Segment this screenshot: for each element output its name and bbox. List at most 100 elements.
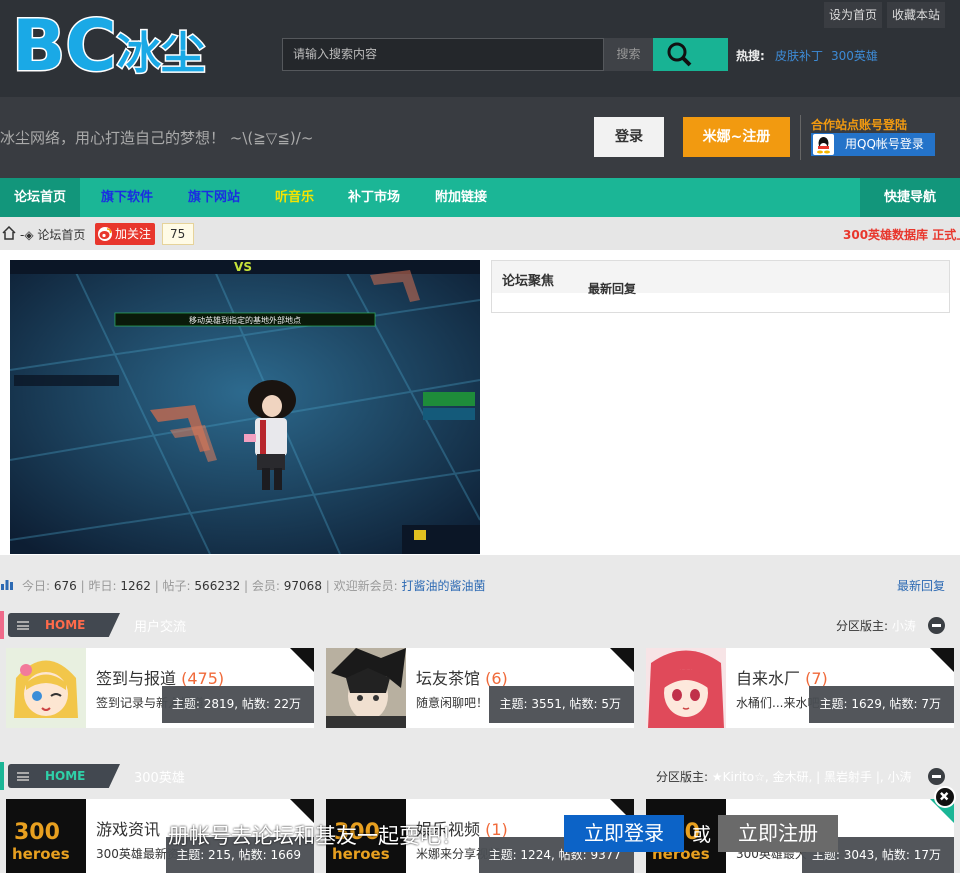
forum-card[interactable]: 坛友茶馆 (6) 随意闲聊吧！ 主题: 3551, 帖数: 5万	[326, 648, 634, 728]
top-header: BC 冰尘 请输入搜索内容 搜索 热搜: 皮肤补丁 300英雄 设为首页 收藏本…	[0, 0, 960, 97]
slideshow-image[interactable]: VS 移动英雄到指定的基地外部地点	[10, 260, 480, 554]
login-prompt-bar: 册帐号去论坛和基友一起耍吧！ 立即登录 或 立即注册	[0, 786, 960, 873]
yesterday-label: 昨日:	[88, 579, 117, 593]
hot-link-300-heroes[interactable]: 300英雄	[831, 47, 878, 64]
section-header-user-exchange: HOME 用户交流 分区版主: 小涛	[0, 611, 960, 639]
search-input[interactable]: 请输入搜索内容	[282, 38, 604, 71]
stats-line: 今日: 676 | 昨日: 1262 | 帖子: 566232 | 会员: 97…	[22, 577, 486, 594]
separator: |	[240, 579, 252, 593]
section-header-300-heroes: HOME 300英雄 分区版主: ★Kirito☆, 金木研, | 黑岩射手 |…	[0, 762, 960, 790]
separator: |	[76, 579, 89, 593]
moderator-names[interactable]: 小涛	[892, 619, 916, 633]
game-screenshot: VS 移动英雄到指定的基地外部地点	[10, 260, 480, 554]
logo-chinese: 冰尘	[117, 28, 205, 79]
section-stripe	[0, 611, 4, 639]
welcome-label: 欢迎新会员:	[333, 579, 398, 593]
nav-extra-links[interactable]: 附加链接	[421, 178, 501, 217]
home-tab[interactable]: HOME	[8, 764, 120, 788]
home-tab-label: HOME	[45, 618, 86, 632]
hud-instruction: 移动英雄到指定的基地外部地点	[189, 315, 301, 325]
nav-websites[interactable]: 旗下网站	[174, 178, 254, 217]
focus-title: 论坛聚焦	[502, 274, 555, 289]
qq-icon	[813, 134, 834, 155]
forum-stats-badge: 主题: 2819, 帖数: 22万	[161, 686, 314, 723]
members-label: 会员:	[251, 579, 280, 593]
members-count: 97068	[283, 579, 322, 593]
forum-description: 水桶们...来水吧	[736, 696, 820, 710]
section-stripe	[0, 762, 4, 790]
bookmark-link[interactable]: 收藏本站	[887, 2, 946, 28]
nav-patch-market[interactable]: 补丁市场	[334, 178, 414, 217]
site-logo[interactable]: BC 冰尘	[12, 6, 222, 80]
search-icon	[667, 42, 692, 67]
follow-button[interactable]: 加关注	[95, 223, 156, 245]
vs-label: VS	[234, 260, 252, 274]
main-content: VS 移动英雄到指定的基地外部地点 论坛聚焦 最新回复	[0, 250, 960, 555]
forum-stats-badge: 主题: 3551, 帖数: 5万	[489, 686, 634, 723]
collapse-section-button[interactable]	[928, 617, 945, 634]
yesterday-count: 1262	[120, 579, 151, 593]
home-tab-label: HOME	[45, 769, 86, 783]
forum-name: 坛友茶馆	[416, 669, 481, 688]
login-button[interactable]: 登录	[594, 117, 664, 157]
home-icon[interactable]	[2, 226, 16, 240]
forum-thumbnail	[6, 648, 86, 728]
forum-stats: 今日: 676 | 昨日: 1262 | 帖子: 566232 | 会员: 97…	[0, 575, 960, 595]
breadcrumb: -◈ 论坛首页 加关注 75 300英雄数据库 正式上线	[0, 217, 960, 250]
follow-count: 75	[162, 223, 195, 245]
qq-login-button[interactable]: 用QQ帐号登录	[811, 133, 935, 156]
section-moderators: 分区版主: 小涛	[836, 617, 916, 634]
set-homepage-link[interactable]: 设为首页	[824, 2, 883, 28]
section-moderators: 分区版主: ★Kirito☆, 金木研, | 黑岩射手 |, 小涛	[656, 768, 912, 785]
section-name[interactable]: 用户交流	[134, 616, 186, 635]
weibo-icon	[98, 227, 112, 241]
breadcrumb-path[interactable]: -◈ 论坛首页	[20, 226, 85, 243]
nav-software[interactable]: 旗下软件	[87, 178, 167, 217]
forum-description: 随意闲聊吧！	[416, 696, 489, 710]
corner-marker	[290, 648, 314, 672]
latest-reply-link[interactable]: 最新回复	[897, 577, 945, 594]
bar-chart-icon	[1, 580, 13, 590]
close-icon[interactable]	[934, 786, 956, 808]
list-icon	[17, 621, 29, 630]
collapse-section-button[interactable]	[928, 768, 945, 785]
quick-nav-button[interactable]: 快捷导航	[860, 178, 960, 217]
register-button[interactable]: 米娜~注册	[683, 117, 790, 157]
forum-thumbnail	[646, 648, 726, 728]
forum-card[interactable]: 签到与报道 (475) 签到记录与新人报道 主题: 2819, 帖数: 22万	[6, 648, 314, 728]
main-nav: 论坛首页 旗下软件 旗下网站 听音乐 补丁市场 附加链接 快捷导航	[0, 178, 960, 217]
announcement-ticker[interactable]: 300英雄数据库 正式上线	[843, 226, 960, 243]
login-now-button[interactable]: 立即登录	[564, 815, 684, 852]
today-count: 676	[53, 579, 77, 593]
forum-thumbnail	[326, 648, 406, 728]
focus-header: 论坛聚焦 最新回复	[492, 261, 949, 296]
nav-forum-home[interactable]: 论坛首页	[0, 178, 81, 217]
or-label: 或	[692, 824, 712, 846]
divider	[800, 115, 801, 160]
forum-focus-panel: 论坛聚焦 最新回复	[491, 260, 950, 313]
new-member-link[interactable]: 打酱油的酱油菌	[402, 579, 486, 593]
posts-count: 566232	[194, 579, 241, 593]
section-name[interactable]: 300英雄	[134, 767, 185, 786]
moderator-names[interactable]: ★Kirito☆, 金木研, | 黑岩射手 |, 小涛	[712, 770, 912, 784]
qq-login-label: 用QQ帐号登录	[845, 137, 924, 151]
home-tab[interactable]: HOME	[8, 613, 120, 637]
partner-login-label: 合作站点账号登陆	[811, 118, 908, 132]
separator: |	[321, 579, 334, 593]
search-text-button[interactable]: 搜索	[604, 38, 653, 71]
slogan: 冰尘网络，用心打造自己的梦想！ ~\(≧▽≦)/~	[0, 129, 314, 147]
nav-music[interactable]: 听音乐	[261, 178, 328, 217]
forum-stats-badge: 主题: 1629, 帖数: 7万	[809, 686, 954, 723]
follow-label: 加关注	[115, 227, 152, 241]
search-icon-button[interactable]	[653, 38, 728, 71]
corner-marker	[610, 648, 634, 672]
posts-label: 帖子:	[162, 579, 191, 593]
hot-search-label: 热搜:	[736, 49, 765, 63]
tab-latest-reply[interactable]: 最新回复	[588, 280, 636, 297]
hot-link-skin-patch[interactable]: 皮肤补丁	[775, 47, 823, 64]
register-now-button[interactable]: 立即注册	[718, 815, 838, 852]
logo-letters: BC	[12, 6, 117, 80]
moderator-label: 分区版主:	[656, 770, 709, 784]
forum-name: 自来水厂	[736, 669, 801, 688]
forum-card[interactable]: 自来水厂 (7) 水桶们...来水吧 主题: 1629, 帖数: 7万	[646, 648, 954, 728]
